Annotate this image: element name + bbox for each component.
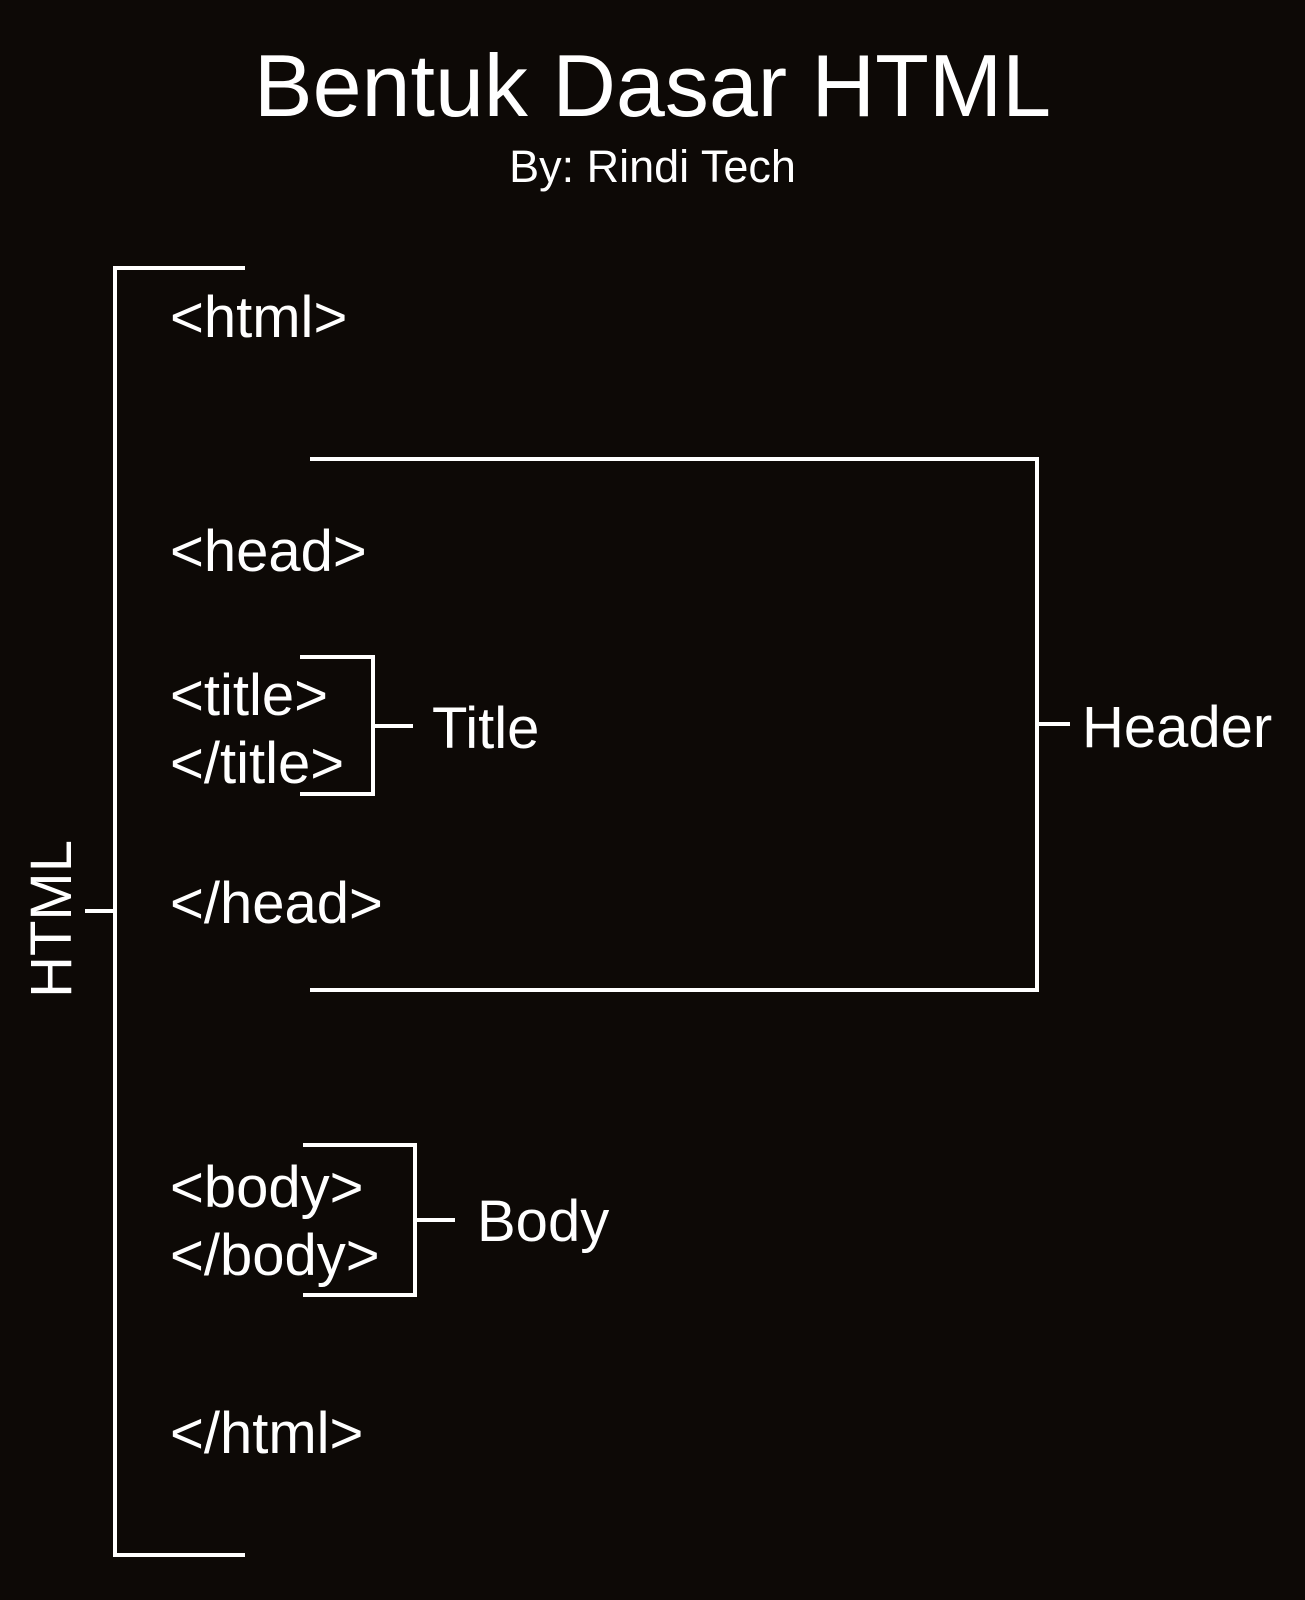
tag-html-close: </html> [170,1400,363,1467]
tag-head-close: </head> [170,870,383,937]
label-title: Title [432,695,539,762]
tag-body-open: <body> [170,1154,364,1221]
tag-body-close: </body> [170,1222,380,1289]
page-subtitle: By: Rindi Tech [0,141,1305,193]
label-body: Body [477,1188,609,1255]
tag-title-close: </title> [170,730,344,797]
label-header: Header [1082,694,1272,761]
tag-html-open: <html> [170,284,347,351]
label-html: HTML [18,840,85,998]
tag-head-open: <head> [170,518,367,585]
page-title: Bentuk Dasar HTML [0,0,1305,137]
tag-title-open: <title> [170,662,328,729]
structure-diagram: <html> <head> <title> </title> </head> <… [0,250,1305,1600]
